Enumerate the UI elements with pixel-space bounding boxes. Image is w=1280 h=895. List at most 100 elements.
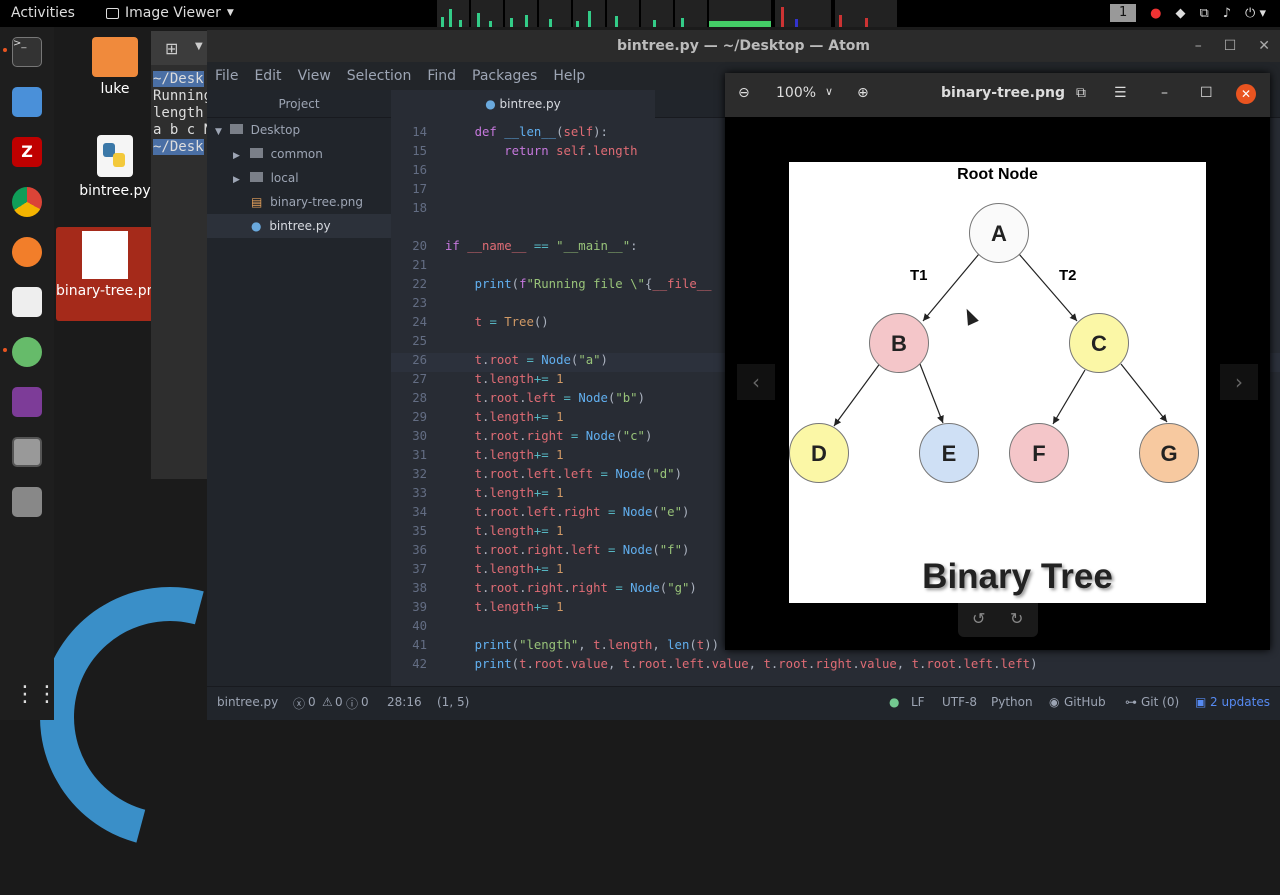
maximize-icon[interactable]: ☐: [1224, 30, 1237, 62]
dropbox-icon[interactable]: ◆: [1175, 6, 1185, 21]
status-eol[interactable]: LF: [911, 695, 925, 709]
zoom-in-icon[interactable]: ⊕: [857, 85, 869, 101]
tree-item-label: binary-tree.png: [270, 195, 364, 209]
files-icon[interactable]: [12, 487, 42, 517]
text-editor-icon[interactable]: [12, 87, 42, 117]
record-icon[interactable]: ●: [1150, 6, 1161, 21]
system-tray: 1 ● ◆ ⧉ ♪ ⏻ ▾: [1110, 4, 1266, 22]
git-icon: ⊶: [1125, 695, 1137, 709]
minimize-icon[interactable]: –: [1161, 85, 1168, 101]
code-line: return self.length: [504, 144, 638, 158]
tree-item-common[interactable]: ▶ common: [207, 142, 391, 166]
home-folder-icon: [92, 37, 138, 77]
code-line: print("length", t.length, len(t)): [474, 638, 719, 652]
menu-file[interactable]: File: [215, 68, 238, 84]
network-icon[interactable]: ⧉: [1199, 6, 1208, 21]
status-info[interactable]: 0: [361, 695, 369, 709]
rotate-left-icon[interactable]: ↺: [972, 609, 985, 628]
mem-graph: [709, 0, 771, 27]
menu-find[interactable]: Find: [427, 68, 456, 84]
menu-view[interactable]: View: [298, 68, 331, 84]
status-warnings[interactable]: 0: [335, 695, 343, 709]
tree-node-d: D: [789, 423, 849, 483]
code-line: t = Tree(): [474, 315, 549, 329]
menu-edit[interactable]: Edit: [254, 68, 281, 84]
menu-selection[interactable]: Selection: [347, 68, 412, 84]
terminal-icon[interactable]: >_: [12, 37, 42, 67]
status-grammar[interactable]: Python: [991, 695, 1033, 709]
video-icon[interactable]: [12, 387, 42, 417]
rotate-right-icon[interactable]: ↻: [1010, 609, 1023, 628]
root-node-label: Root Node: [957, 166, 1038, 183]
error-icon[interactable]: ⓧ: [293, 695, 305, 712]
new-tab-icon[interactable]: ⊞: [165, 39, 178, 58]
gallery-icon[interactable]: ⧉: [1076, 85, 1086, 101]
terminal-line: ~/Desk: [153, 139, 204, 155]
tree-node-b: B: [869, 313, 929, 373]
tree-item-binary-tree-png[interactable]: ▤ binary-tree.png: [207, 190, 391, 214]
terminal-titlebar: ⊞ ▼: [151, 31, 211, 65]
status-cursor[interactable]: 28:16: [387, 695, 422, 709]
tree-item-bintree-py[interactable]: ● bintree.py: [207, 214, 391, 238]
running-indicator: [3, 348, 7, 352]
folder-icon: [249, 172, 263, 182]
info-icon[interactable]: ⓘ: [346, 695, 358, 712]
line-number: 40: [412, 619, 427, 633]
workspace-indicator[interactable]: 1: [1110, 4, 1137, 22]
edge-b-e: [919, 363, 944, 424]
status-encoding[interactable]: UTF-8: [942, 695, 977, 709]
status-errors[interactable]: 0: [308, 695, 316, 709]
atom-icon[interactable]: [12, 337, 42, 367]
menu-packages[interactable]: Packages: [472, 68, 537, 84]
tree-item-desktop[interactable]: ▼ Desktop: [207, 118, 391, 142]
chevron-down-icon[interactable]: ∨: [825, 85, 833, 98]
firefox-icon[interactable]: [12, 237, 42, 267]
minimize-icon[interactable]: –: [1195, 30, 1202, 62]
status-selection[interactable]: (1, 5): [437, 695, 469, 709]
tab-bintree-py[interactable]: ● bintree.py: [391, 90, 655, 118]
status-github[interactable]: GitHub: [1064, 695, 1106, 709]
image-file-icon: ▤: [251, 195, 263, 209]
tree-node-g: G: [1139, 423, 1199, 483]
close-icon[interactable]: ✕: [1236, 84, 1256, 104]
maximize-icon[interactable]: ☐: [1200, 85, 1213, 101]
writer-icon[interactable]: [12, 287, 42, 317]
previous-image-button[interactable]: ‹: [737, 364, 775, 400]
desktop-icon-home[interactable]: luke: [65, 37, 165, 97]
show-apps-icon[interactable]: ⋮⋮: [14, 682, 58, 707]
close-icon[interactable]: ✕: [1258, 30, 1270, 62]
github-icon: ◉: [1049, 695, 1060, 709]
tree-node-c: C: [1069, 313, 1129, 373]
python-file-icon: ●: [251, 219, 262, 233]
desktop-icon-label: bintree.py: [79, 183, 151, 199]
status-git[interactable]: Git (0): [1141, 695, 1179, 709]
next-image-button[interactable]: ›: [1220, 364, 1258, 400]
python-file-icon: ●: [485, 97, 496, 111]
desktop-icon-binary-tree-png[interactable]: binary-tree.png: [56, 227, 154, 321]
project-header[interactable]: Project: [207, 90, 391, 118]
tree-item-local[interactable]: ▶ local: [207, 166, 391, 190]
chevron-down-icon: ▼: [226, 8, 234, 18]
chrome-icon[interactable]: [12, 187, 42, 217]
app-menu[interactable]: Image Viewer ▼: [106, 5, 234, 21]
warning-icon[interactable]: ⚠: [322, 695, 333, 709]
cpu-graph: [675, 0, 707, 27]
volume-icon[interactable]: ♪: [1223, 6, 1231, 21]
zoom-level[interactable]: 100%: [776, 85, 816, 101]
power-icon[interactable]: ⏻ ▾: [1245, 6, 1266, 21]
line-number: 42: [412, 657, 427, 671]
code-line: t.root.right.right = Node("g"): [474, 581, 697, 595]
menu-icon[interactable]: ▼: [195, 41, 203, 52]
line-number: 33: [412, 486, 427, 500]
desktop-icon-bintree-py[interactable]: bintree.py: [65, 135, 165, 199]
status-file[interactable]: bintree.py: [217, 695, 278, 709]
menu-help[interactable]: Help: [553, 68, 585, 84]
code-line: t.length+= 1: [474, 486, 564, 500]
zoom-out-icon[interactable]: ⊖: [738, 85, 750, 101]
activities-button[interactable]: Activities: [11, 5, 75, 21]
hamburger-menu-icon[interactable]: ☰: [1114, 85, 1127, 101]
image-viewer-icon[interactable]: [12, 437, 42, 467]
filezilla-icon[interactable]: Z: [12, 137, 42, 167]
status-updates[interactable]: 2 updates: [1210, 695, 1270, 709]
top-bar: Activities Image Viewer ▼ 1 ● ◆ ⧉ ♪ ⏻ ▾: [0, 0, 1280, 27]
